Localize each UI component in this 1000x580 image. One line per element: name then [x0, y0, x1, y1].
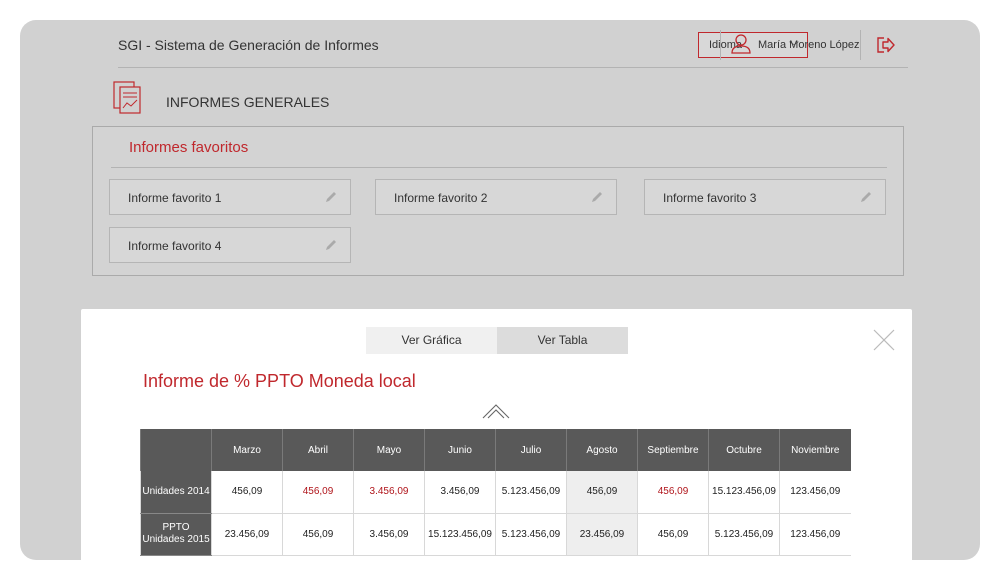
row-header: Unidades 2014: [140, 471, 212, 514]
report-table: Marzo Abril Mayo Junio Julio Agosto Sept…: [140, 429, 851, 556]
table-cell: 3.456,09: [353, 513, 425, 556]
table-cell: 456,09: [566, 471, 638, 514]
table-cell: 3.456,09: [353, 471, 425, 514]
table-cell: 5.123.456,09: [495, 513, 567, 556]
favorite-report-label: Informe favorito 4: [128, 239, 222, 253]
table-cell: 15.123.456,09: [424, 513, 496, 556]
favorites-panel: Informes favoritos Informe favorito 1 In…: [92, 126, 904, 276]
favorites-heading: Informes favoritos: [129, 139, 249, 156]
pencil-icon[interactable]: [590, 190, 604, 204]
column-header[interactable]: Julio: [495, 429, 567, 471]
table-cell: 456,09: [282, 471, 354, 514]
table-cell: 123.456,09: [779, 513, 851, 556]
column-header[interactable]: Abril: [282, 429, 354, 471]
report-title: Informe de % PPTO Moneda local: [143, 371, 416, 391]
pencil-icon[interactable]: [859, 190, 873, 204]
logout-icon[interactable]: [876, 36, 896, 54]
user-name[interactable]: María Moreno López: [758, 39, 860, 51]
table-row: Unidades 2014 456,09 456,09 3.456,09 3.4…: [140, 471, 851, 514]
close-icon[interactable]: [873, 329, 895, 351]
favorite-report-label: Informe favorito 3: [663, 191, 757, 205]
table-cell: 123.456,09: [779, 471, 851, 514]
app-frame: SGI - Sistema de Generación de Informes …: [20, 20, 980, 560]
pencil-icon[interactable]: [324, 238, 338, 252]
column-header[interactable]: Junio: [424, 429, 496, 471]
report-document-icon: [113, 81, 141, 114]
table-corner-cell: [140, 429, 212, 471]
divider: [720, 30, 721, 60]
column-header[interactable]: Mayo: [353, 429, 425, 471]
table-cell: 15.123.456,09: [708, 471, 780, 514]
table-header-row: Marzo Abril Mayo Junio Julio Agosto Sept…: [140, 429, 851, 471]
favorite-report-card[interactable]: Informe favorito 1: [109, 179, 351, 215]
report-modal: Ver Gráfica Ver Tabla Informe de % PPTO …: [81, 309, 912, 560]
table-row: PPTO Unidades 2015 23.456,09 456,09 3.45…: [140, 513, 851, 556]
pencil-icon[interactable]: [324, 190, 338, 204]
column-header[interactable]: Marzo: [211, 429, 283, 471]
table-cell: 23.456,09: [566, 513, 638, 556]
table-cell: 5.123.456,09: [495, 471, 567, 514]
divider: [860, 30, 861, 60]
table-cell: 456,09: [211, 471, 283, 514]
column-header[interactable]: Noviembre: [779, 429, 851, 471]
favorite-report-card[interactable]: Informe favorito 2: [375, 179, 617, 215]
table-cell: 456,09: [637, 513, 709, 556]
tab-view-chart[interactable]: Ver Gráfica: [366, 327, 497, 354]
column-header[interactable]: Septiembre: [637, 429, 709, 471]
table-cell: 456,09: [282, 513, 354, 556]
table-cell: 456,09: [637, 471, 709, 514]
table-cell: 5.123.456,09: [708, 513, 780, 556]
favorite-report-card[interactable]: Informe favorito 3: [644, 179, 886, 215]
page-title: INFORMES GENERALES: [166, 94, 330, 110]
favorite-report-label: Informe favorito 1: [128, 191, 222, 205]
divider: [111, 167, 887, 168]
app-title: SGI - Sistema de Generación de Informes: [118, 37, 379, 53]
table-cell: 3.456,09: [424, 471, 496, 514]
user-icon: [731, 34, 751, 54]
chevron-up-icon[interactable]: [481, 402, 511, 420]
tab-view-table[interactable]: Ver Tabla: [497, 327, 628, 354]
favorite-report-label: Informe favorito 2: [394, 191, 488, 205]
top-header: SGI - Sistema de Generación de Informes …: [118, 20, 908, 68]
column-header[interactable]: Octubre: [708, 429, 780, 471]
table-cell: 23.456,09: [211, 513, 283, 556]
favorite-report-card[interactable]: Informe favorito 4: [109, 227, 351, 263]
row-header: PPTO Unidades 2015: [140, 513, 212, 556]
column-header[interactable]: Agosto: [566, 429, 638, 471]
